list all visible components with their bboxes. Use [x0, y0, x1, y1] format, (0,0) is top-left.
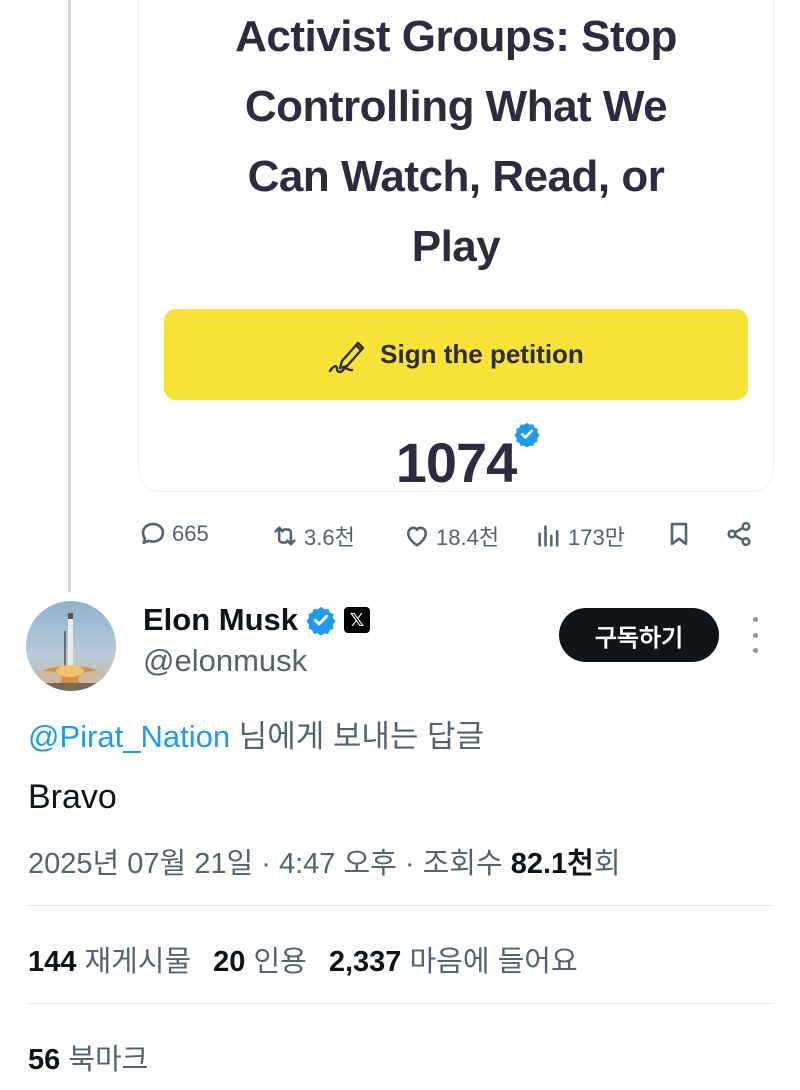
tweet-text: Bravo	[28, 778, 117, 816]
reply-to-suffix: 님에게 보내는 답글	[230, 719, 485, 754]
verified-badge-icon[interactable]	[306, 605, 336, 635]
like-action[interactable]: 18.4천	[402, 520, 499, 552]
bookmarks-stat[interactable]: 56 북마크	[28, 1036, 148, 1078]
heart-icon	[406, 526, 428, 547]
likes-stat-label: 마음에 들어요	[401, 946, 578, 978]
views-chart-icon	[538, 525, 559, 547]
more-dot	[752, 632, 758, 638]
reply-action[interactable]: 665	[138, 520, 209, 548]
sign-petition-button[interactable]: Sign the petition	[164, 309, 748, 400]
likes-stat-count: 2,337	[328, 946, 402, 978]
share-icon	[727, 521, 751, 547]
quotes-stat[interactable]: 20 인용	[213, 946, 307, 978]
headline-line: Play	[411, 222, 501, 271]
verified-badge-icon	[514, 422, 540, 447]
embedded-petition-card[interactable]: Activist Groups: Stop Controlling What W…	[138, 0, 774, 492]
headline-line: Activist Groups: Stop	[235, 12, 677, 61]
x-affiliation-icon[interactable]: 𝕏	[344, 607, 371, 633]
reposts-stat-count: 144	[28, 946, 77, 978]
repost-count: 3.6천	[304, 525, 355, 550]
subscribe-button[interactable]: 구독하기	[559, 608, 719, 662]
avatar[interactable]	[26, 601, 116, 691]
engagement-stats: 144 재게시물 20 인용 2,337 마음에 들어요	[28, 938, 578, 980]
parent-tweet-actions: 665 3.6천 18.4천 173만	[138, 512, 768, 556]
bookmarks-stat-count: 56	[28, 1044, 61, 1076]
tweet-views-count: 82.1천	[510, 848, 594, 880]
more-options-icon[interactable]	[748, 617, 762, 653]
repost-action[interactable]: 3.6천	[270, 520, 355, 552]
divider	[28, 905, 773, 906]
signature-count-wrap: 1074	[139, 422, 773, 491]
tweet-timestamp[interactable]: 2025년 07월 21일 · 4:47 오후 · 조회수	[28, 848, 511, 880]
views-action[interactable]: 173만	[534, 520, 625, 552]
sign-petition-label: Sign the petition	[380, 339, 584, 369]
reposts-stat-label: 재게시물	[76, 946, 192, 978]
quotes-stat-label: 인용	[245, 946, 307, 978]
bookmark-icon	[670, 522, 688, 546]
views-count: 173만	[568, 525, 625, 550]
bookmark-action[interactable]	[664, 520, 694, 548]
author-handle[interactable]: @elonmusk	[143, 643, 307, 679]
repost-icon	[274, 526, 296, 546]
bookmarks-stat-label: 북마크	[60, 1044, 149, 1076]
author-name[interactable]: Elon Musk	[143, 602, 298, 638]
more-dot	[752, 617, 758, 622]
pen-signature-icon	[328, 341, 365, 373]
headline-line: Controlling What We	[244, 82, 668, 131]
quotes-stat-count: 20	[213, 946, 246, 978]
thread-connector-line	[68, 0, 71, 592]
like-count: 18.4천	[436, 525, 500, 550]
tweet-views-suffix: 회	[593, 848, 621, 880]
reply-to-handle-link[interactable]: @Pirat_Nation	[28, 719, 230, 754]
tweet-meta: 2025년 07월 21일 · 4:47 오후 · 조회수 82.1천회	[28, 840, 621, 882]
signature-count: 1074	[396, 422, 540, 491]
likes-stat[interactable]: 2,337 마음에 들어요	[329, 946, 578, 978]
avatar-rocket-image	[26, 601, 116, 691]
replying-to-line: @Pirat_Nation 님에게 보내는 답글	[28, 711, 484, 756]
petition-headline: Activist Groups: Stop Controlling What W…	[165, 2, 747, 282]
reposts-stat[interactable]: 144 재게시물	[28, 946, 191, 978]
more-dot	[752, 648, 758, 653]
reply-icon	[141, 522, 165, 545]
signature-count-value: 1074	[395, 431, 518, 494]
divider	[28, 1003, 773, 1004]
reply-count: 665	[172, 521, 209, 546]
author-name-row[interactable]: Elon Musk 𝕏	[143, 602, 371, 638]
headline-line: Can Watch, Read, or	[247, 152, 665, 201]
share-action[interactable]	[724, 520, 754, 548]
